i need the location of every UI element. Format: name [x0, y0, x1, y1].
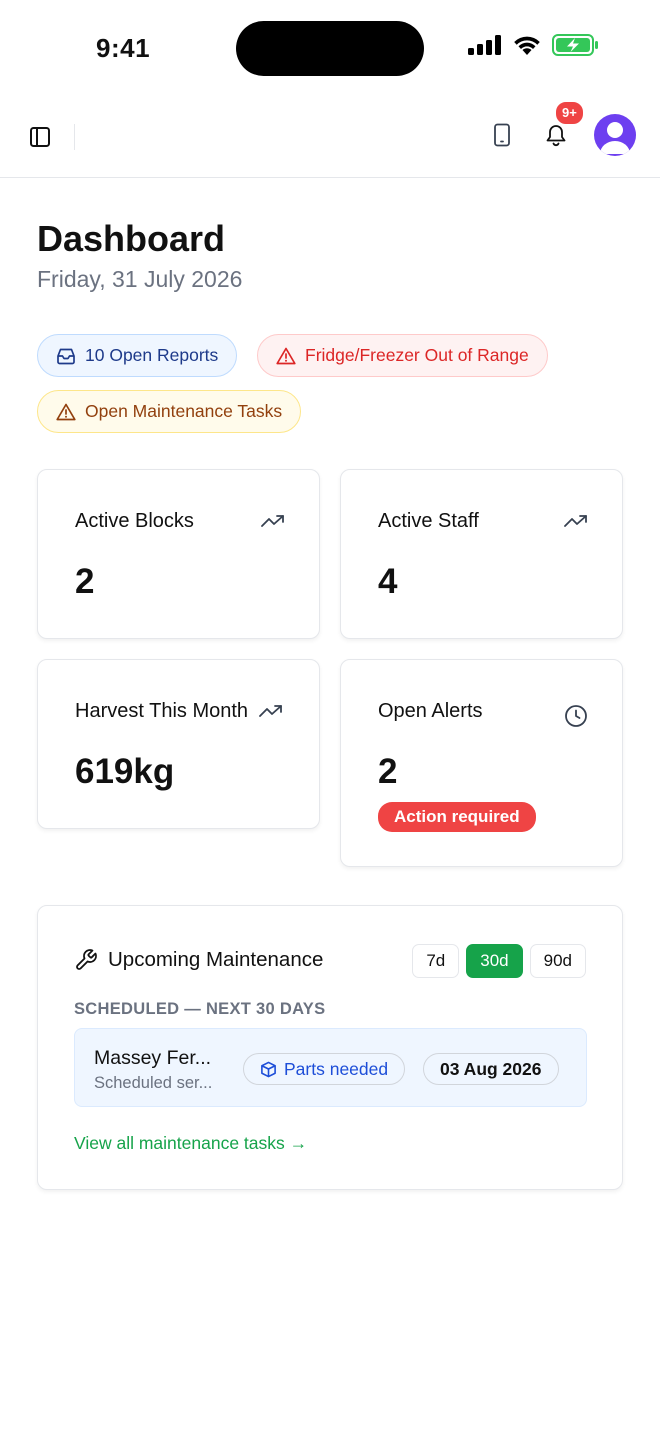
notification-badge: 9+ [554, 100, 585, 126]
range-selector: 7d 30d 90d [412, 944, 586, 978]
stat-label: Active Blocks [75, 510, 194, 532]
maintenance-subtitle: SCHEDULED — NEXT 30 DAYS [74, 1000, 326, 1018]
maintenance-title-text: Upcoming Maintenance [108, 948, 324, 971]
maintenance-item-description: Scheduled ser... [94, 1074, 213, 1092]
open-reports-chip[interactable]: 10 Open Reports [37, 334, 238, 377]
maintenance-item[interactable]: Massey Fer... Scheduled ser... Parts nee… [74, 1028, 587, 1107]
package-icon [261, 1061, 276, 1077]
maintenance-item-name: Massey Fer... [94, 1047, 212, 1069]
page-title: Dashboard [37, 218, 226, 259]
maintenance-tasks-chip[interactable]: Open Maintenance Tasks [37, 390, 302, 433]
wifi-icon [514, 36, 540, 55]
nav-divider [74, 124, 75, 150]
status-bar: 9:41 [0, 0, 660, 96]
warning-icon [56, 403, 76, 420]
stat-card-harvest[interactable]: Harvest This Month 619kg [37, 659, 320, 829]
range-7d-button[interactable]: 7d [412, 944, 460, 978]
maintenance-date-badge: 03 Aug 2026 [423, 1053, 559, 1085]
inbox-icon [57, 348, 75, 364]
stat-value: 2 [75, 562, 95, 601]
stat-label: Active Staff [378, 510, 479, 532]
user-avatar[interactable] [594, 114, 636, 156]
range-90d-button[interactable]: 90d [529, 944, 586, 978]
maintenance-title: Upcoming Maintenance [74, 948, 323, 972]
open-reports-label: 10 Open Reports [85, 345, 219, 365]
stat-value: 2 [378, 752, 398, 791]
stat-card-open-alerts[interactable]: Open Alerts 2 Action required [340, 659, 623, 867]
stat-value: 4 [378, 562, 398, 601]
clock-icon [565, 705, 587, 727]
range-30d-button[interactable]: 30d [466, 944, 523, 978]
trending-up-icon [261, 515, 284, 527]
battery-charging-icon [552, 34, 598, 56]
maintenance-tasks-label: Open Maintenance Tasks [85, 401, 283, 421]
trending-up-icon [564, 515, 587, 527]
stat-label: Open Alerts [378, 700, 483, 722]
stat-card-active-staff[interactable]: Active Staff 4 [340, 469, 623, 639]
sidebar-icon [30, 127, 50, 147]
smartphone-icon [494, 123, 510, 147]
stat-label: Harvest This Month [75, 700, 249, 722]
sidebar-toggle-button[interactable] [28, 125, 52, 149]
signal-icon [468, 35, 501, 55]
upcoming-maintenance-card: Upcoming Maintenance 7d 30d 90d SCHEDULE… [37, 905, 623, 1190]
top-navigation: 9+ [0, 96, 660, 178]
status-icons [468, 34, 600, 56]
trending-up-icon [259, 705, 282, 717]
page-date: Friday, 31 July 2026 [37, 266, 243, 292]
stat-value: 619kg [75, 752, 175, 791]
status-time: 9:41 [96, 33, 151, 63]
notifications-button[interactable]: 9+ [536, 100, 585, 155]
wrench-icon [76, 949, 97, 970]
fridge-alert-chip[interactable]: Fridge/Freezer Out of Range [257, 334, 548, 377]
dynamic-island [236, 21, 424, 76]
user-icon [600, 122, 630, 154]
parts-needed-badge: Parts needed [243, 1053, 406, 1085]
action-required-badge: Action required [378, 802, 536, 832]
stat-card-active-blocks[interactable]: Active Blocks 2 [37, 469, 320, 639]
device-button[interactable] [482, 115, 522, 155]
view-all-maintenance-link[interactable]: View all maintenance tasks → [74, 1133, 307, 1154]
fridge-alert-label: Fridge/Freezer Out of Range [305, 345, 529, 365]
warning-icon [276, 347, 296, 364]
parts-needed-label: Parts needed [284, 1058, 389, 1079]
bell-icon [546, 125, 566, 147]
